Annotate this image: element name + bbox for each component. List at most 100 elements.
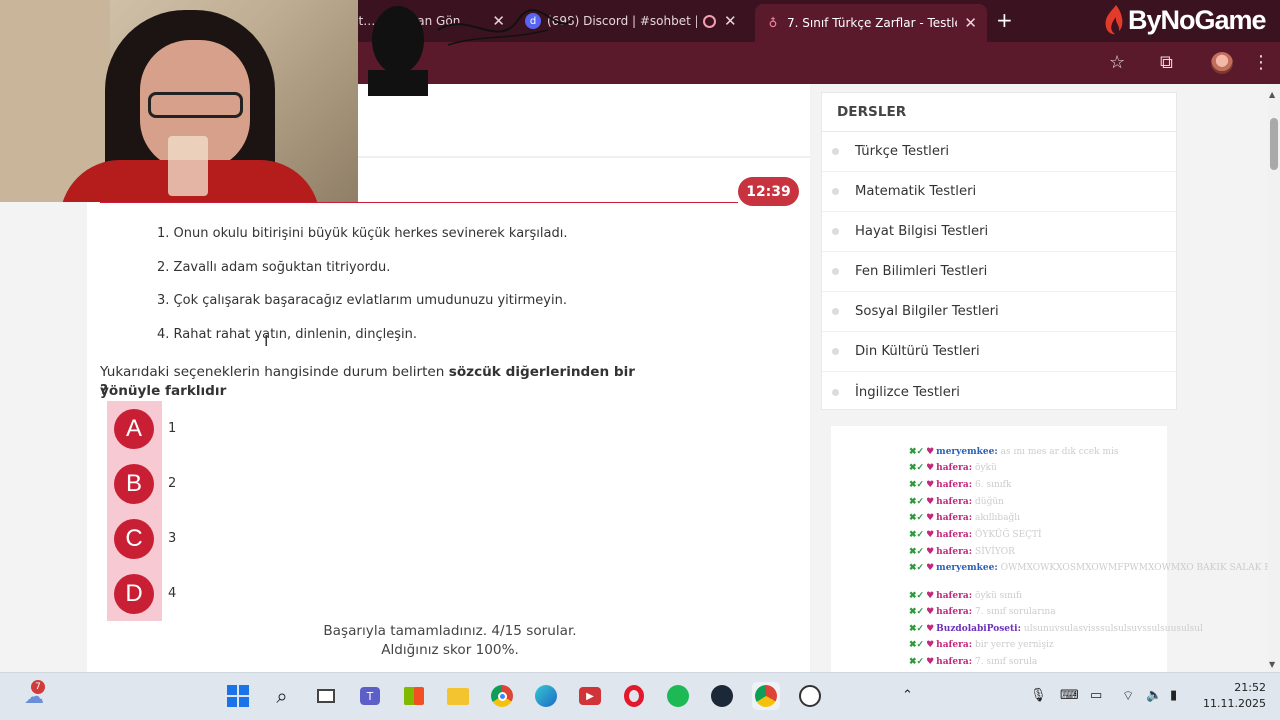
sidebar-item-ingilizce[interactable]: İngilizce Testleri bbox=[822, 372, 1176, 412]
chat-message: ✖✓ ♥ hafera: ÖYKÜĞ SEÇTİ bbox=[909, 530, 1042, 540]
option-b-button[interactable]: B bbox=[114, 464, 154, 504]
question-prefix: Yukarıdaki seçeneklerin hangisinde durum… bbox=[100, 364, 449, 380]
obs-icon[interactable] bbox=[796, 682, 824, 710]
display-icon[interactable]: ▭ bbox=[1090, 688, 1102, 703]
option-a-label[interactable]: 1 bbox=[168, 421, 176, 436]
wifi-icon[interactable]: ⌔ bbox=[1122, 688, 1134, 704]
sidebar-item-matematik[interactable]: Matematik Testleri bbox=[822, 172, 1176, 212]
close-icon[interactable]: ✕ bbox=[964, 14, 977, 32]
notification-badge: 7 bbox=[31, 680, 45, 694]
chat-badge-icon: ✖✓ bbox=[909, 607, 925, 617]
chat-text: ulsunuvsulasvisssulsulsuvssulsuusulsul bbox=[1023, 624, 1203, 634]
divider bbox=[358, 156, 810, 158]
media-player-icon[interactable]: ▶ bbox=[576, 682, 604, 710]
chat-message: ✖✓ ♥ hafera: öykü sınıfı bbox=[909, 591, 1022, 601]
heart-icon: ♥ bbox=[926, 480, 935, 490]
sidebar-item-hayat-bilgisi[interactable]: Hayat Bilgisi Testleri bbox=[822, 212, 1176, 252]
heart-icon: ♥ bbox=[926, 640, 935, 650]
microphone-icon[interactable]: 🎙 bbox=[1030, 688, 1047, 703]
chrome-icon[interactable] bbox=[488, 682, 516, 710]
sidebar-item-label: Türkçe Testleri bbox=[855, 144, 950, 159]
statement-4: 4. Rahat rahat yatın, dinlenin, dinçleşi… bbox=[157, 327, 417, 342]
option-c-label[interactable]: 3 bbox=[168, 531, 176, 546]
bullet-icon bbox=[832, 188, 839, 195]
system-clock[interactable]: 21:52 11.11.2025 bbox=[1196, 680, 1266, 712]
store-icon[interactable] bbox=[400, 682, 428, 710]
close-icon[interactable]: ✕ bbox=[724, 12, 737, 30]
search-icon[interactable]: ⌕ bbox=[268, 682, 296, 710]
chat-message: ✖✓ ♥ hafera: bir yerre yernişiz bbox=[909, 640, 1054, 650]
file-explorer-icon[interactable] bbox=[444, 682, 472, 710]
chat-message: ✖✓ ♥ hafera: düğün bbox=[909, 497, 1004, 507]
new-tab-icon[interactable]: + bbox=[996, 10, 1013, 30]
edge-icon[interactable] bbox=[532, 682, 560, 710]
statement-1: 1. Onun okulu bitirişini büyük küçük her… bbox=[157, 226, 568, 241]
battery-icon[interactable]: ▮ bbox=[1170, 688, 1177, 703]
chat-username: hafera: bbox=[936, 463, 973, 473]
heart-icon: ♥ bbox=[926, 624, 935, 634]
opera-icon[interactable] bbox=[620, 682, 648, 710]
chat-text: SİVİYOR bbox=[975, 547, 1015, 557]
option-d-label[interactable]: 4 bbox=[168, 586, 176, 601]
chat-badge-icon: ✖✓ bbox=[909, 513, 925, 523]
task-view-icon[interactable] bbox=[312, 682, 340, 710]
tray-overflow-icon[interactable]: ⌃ bbox=[902, 688, 913, 703]
option-d-button[interactable]: D bbox=[114, 574, 154, 614]
webcam-overlay bbox=[0, 0, 358, 202]
chat-message: ✖✓ ♥ hafera: öykü bbox=[909, 463, 997, 473]
bullet-icon bbox=[832, 148, 839, 155]
timer-divider bbox=[100, 202, 738, 203]
option-c-button[interactable]: C bbox=[114, 519, 154, 559]
result-message: Başarıyla tamamladınız. 4/15 sorular. bbox=[323, 623, 577, 639]
chat-username: BuzdolabiPoseti: bbox=[936, 624, 1021, 634]
scroll-up-icon[interactable]: ▲ bbox=[1269, 90, 1275, 99]
profile-avatar[interactable] bbox=[1211, 52, 1233, 74]
sidebar-item-din-kulturu[interactable]: Din Kültürü Testleri bbox=[822, 332, 1176, 372]
extensions-icon[interactable]: ⧉ bbox=[1160, 52, 1173, 74]
bynogame-logo: ByNoGame bbox=[1102, 0, 1267, 40]
chat-text: düğün bbox=[975, 497, 1004, 507]
bullet-icon bbox=[832, 348, 839, 355]
keyboard-icon[interactable]: ⌨ bbox=[1060, 688, 1079, 703]
chat-username: hafera: bbox=[936, 480, 973, 490]
statement-3: 3. Çok çalışarak başaracağız evlatlarım … bbox=[157, 293, 567, 308]
chat-badge-icon: ✖✓ bbox=[909, 547, 925, 557]
heart-icon: ♥ bbox=[926, 591, 935, 601]
chat-badge-icon: ✖✓ bbox=[909, 447, 925, 457]
chat-badge-icon: ✖✓ bbox=[909, 591, 925, 601]
volume-icon[interactable]: 🔈 bbox=[1146, 688, 1162, 703]
heart-icon: ♥ bbox=[926, 563, 935, 573]
chat-text: akıllıbağlı bbox=[975, 513, 1021, 523]
question-mark: ? bbox=[100, 382, 108, 398]
steam-icon[interactable] bbox=[708, 682, 736, 710]
statement-2: 2. Zavallı adam soğuktan titriyordu. bbox=[157, 260, 391, 275]
spotify-icon[interactable] bbox=[664, 682, 692, 710]
chat-username: meryemkee: bbox=[936, 563, 998, 573]
menu-icon[interactable]: ⋮ bbox=[1252, 52, 1270, 74]
bookmark-star-icon[interactable]: ☆ bbox=[1109, 52, 1125, 74]
chat-username: hafera: bbox=[936, 547, 973, 557]
chat-message: ✖✓ ♥ hafera: 7. sınıf sorula bbox=[909, 657, 1037, 667]
chat-text: ÖYKÜĞ SEÇTİ bbox=[975, 530, 1042, 540]
scroll-down-icon[interactable]: ▼ bbox=[1269, 660, 1275, 669]
scrollbar[interactable] bbox=[1268, 84, 1280, 672]
chrome-profile-icon[interactable] bbox=[752, 682, 780, 710]
option-b-label[interactable]: 2 bbox=[168, 476, 176, 491]
sidebar-item-fen-bilimleri[interactable]: Fen Bilimleri Testleri bbox=[822, 252, 1176, 292]
start-icon[interactable] bbox=[224, 682, 252, 710]
question-text: Yukarıdaki seçeneklerin hangisinde durum… bbox=[100, 363, 700, 401]
chat-text: bir yerre yernişiz bbox=[975, 640, 1054, 650]
heart-icon: ♥ bbox=[926, 530, 935, 540]
chat-username: hafera: bbox=[936, 497, 973, 507]
chat-username: meryemkee: bbox=[936, 447, 998, 457]
option-a-button[interactable]: A bbox=[114, 409, 154, 449]
sidebar-item-label: Din Kültürü Testleri bbox=[855, 344, 980, 359]
chat-username: hafera: bbox=[936, 591, 973, 601]
tab-active-test[interactable]: ♁ 7. Sınıf Türkçe Zarflar - Testleri Ç ✕ bbox=[755, 4, 987, 42]
teams-icon[interactable]: T bbox=[356, 682, 384, 710]
scrollbar-thumb[interactable] bbox=[1270, 118, 1278, 170]
sidebar-item-sosyal-bilgiler[interactable]: Sosyal Bilgiler Testleri bbox=[822, 292, 1176, 332]
heart-icon: ♥ bbox=[926, 547, 935, 557]
sidebar-item-turkce[interactable]: Türkçe Testleri bbox=[822, 132, 1176, 172]
tab-title: 7. Sınıf Türkçe Zarflar - Testleri Ç bbox=[787, 16, 957, 30]
